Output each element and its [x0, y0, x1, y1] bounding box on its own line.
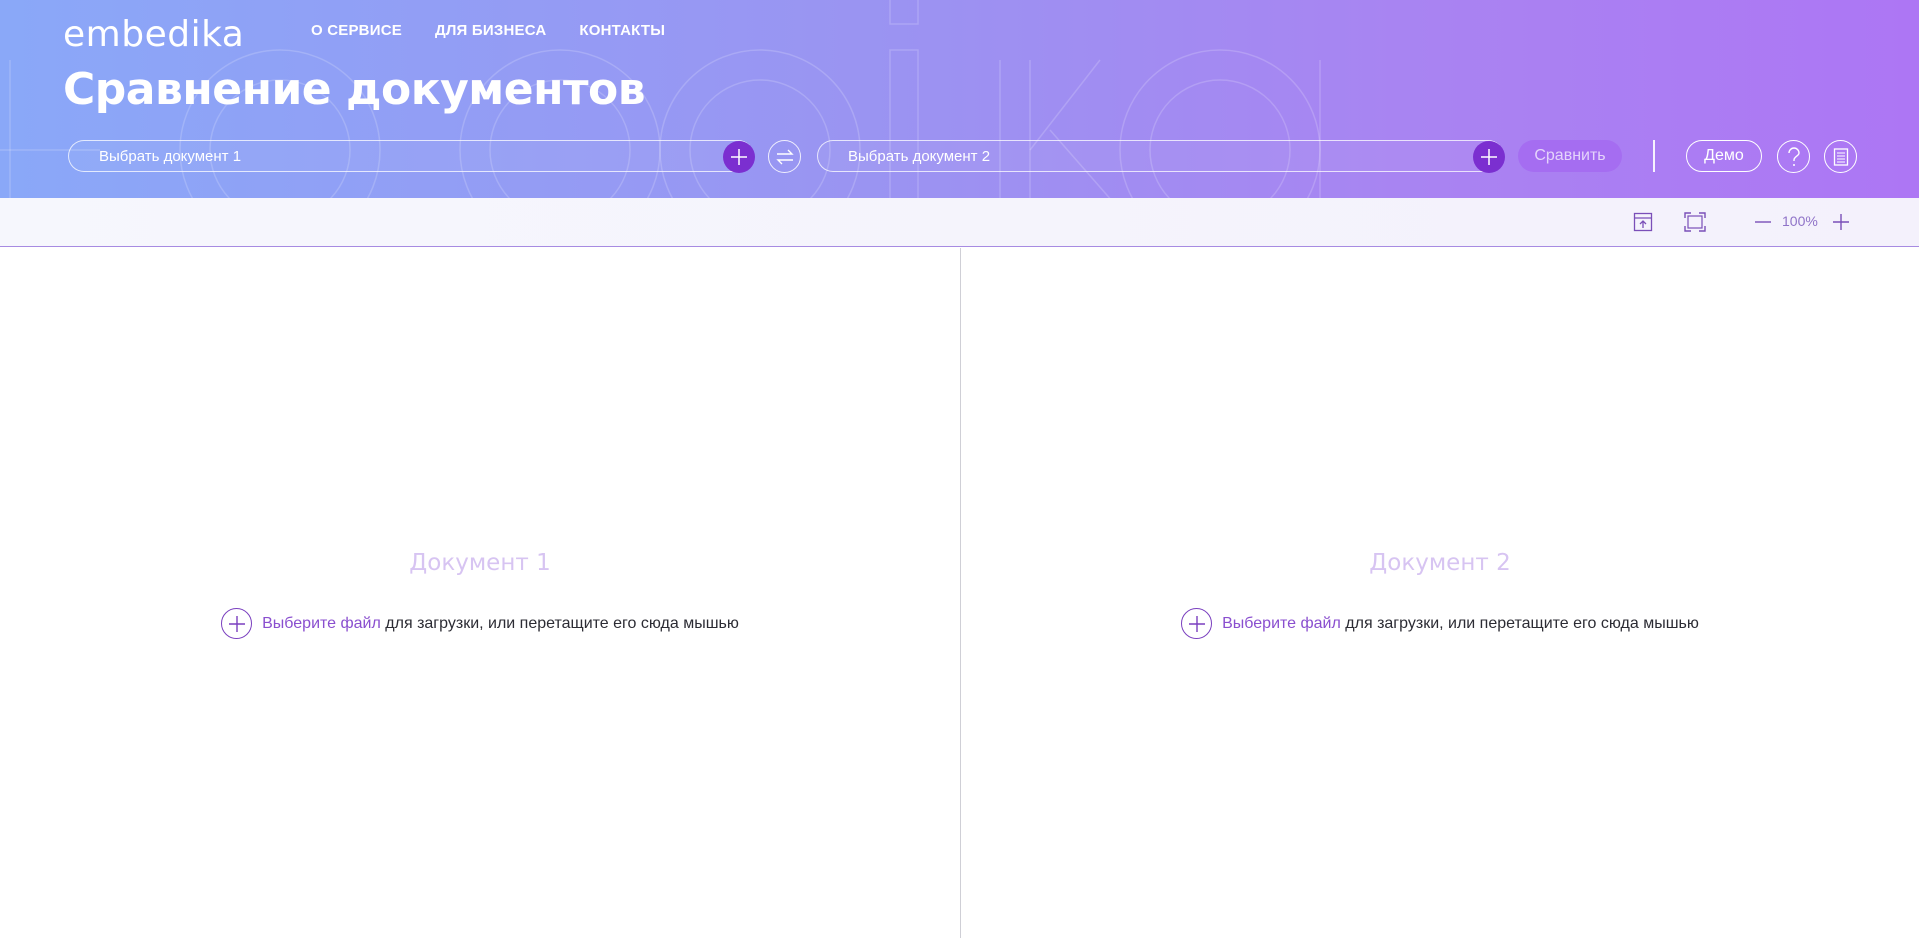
- zoom-level: 100%: [1782, 213, 1818, 229]
- document-1-title: Документ 1: [409, 550, 551, 576]
- document-icon: [1833, 147, 1848, 166]
- page-title: Сравнение документов: [63, 64, 646, 115]
- viewer-toolbar: 100%: [0, 198, 1919, 247]
- compare-button[interactable]: Сравнить: [1518, 140, 1622, 172]
- swap-icon: [775, 149, 794, 164]
- doc2-selector[interactable]: Выбрать документ 2: [817, 140, 1505, 173]
- demo-button[interactable]: Демо: [1686, 140, 1762, 172]
- fullscreen-button[interactable]: [1682, 209, 1708, 235]
- upload-plus-button[interactable]: [1181, 608, 1213, 639]
- doc1-placeholder: Выбрать документ 1: [99, 148, 242, 165]
- fullscreen-icon: [1684, 212, 1706, 232]
- doc1-selector[interactable]: Выбрать документ 1: [68, 140, 755, 173]
- help-icon: [1787, 146, 1800, 166]
- zoom-out-icon: [1755, 221, 1771, 223]
- header-separator: [1653, 140, 1655, 172]
- zoom-in-button[interactable]: [1828, 209, 1854, 235]
- doc2-placeholder: Выбрать документ 2: [848, 148, 991, 165]
- report-button[interactable]: [1824, 140, 1857, 173]
- upload-plus-button[interactable]: [221, 608, 253, 639]
- export-icon: [1633, 212, 1653, 232]
- document-panel-1[interactable]: Документ 1 Выберите файл для загрузки, и…: [0, 248, 960, 938]
- swap-documents-button[interactable]: [768, 140, 801, 173]
- doc2-add-button[interactable]: [1473, 141, 1505, 173]
- nav-business[interactable]: ДЛЯ БИЗНЕСА: [435, 22, 546, 39]
- main-nav: О СЕРВИСЕ ДЛЯ БИЗНЕСА КОНТАКТЫ: [311, 22, 665, 39]
- upload-hint: для загрузки, или перетащите его сюда мы…: [1345, 614, 1699, 632]
- plus-icon: [1188, 615, 1205, 632]
- header: embedika О СЕРВИСЕ ДЛЯ БИЗНЕСА КОНТАКТЫ …: [0, 0, 1919, 198]
- nav-contacts[interactable]: КОНТАКТЫ: [579, 22, 665, 39]
- embedika-logo[interactable]: embedika: [63, 14, 244, 55]
- document-2-title: Документ 2: [1369, 550, 1511, 576]
- upload-zone-2[interactable]: Выберите файл для загрузки, или перетащи…: [961, 608, 1919, 639]
- doc1-add-button[interactable]: [723, 141, 755, 173]
- export-button[interactable]: [1630, 209, 1656, 235]
- document-panel-2[interactable]: Документ 2 Выберите файл для загрузки, и…: [961, 248, 1919, 938]
- upload-zone-1[interactable]: Выберите файл для загрузки, или перетащи…: [0, 608, 960, 639]
- help-button[interactable]: [1777, 140, 1810, 173]
- choose-file-link[interactable]: Выберите файл: [1222, 615, 1341, 632]
- zoom-in-icon: [1833, 214, 1849, 230]
- nav-about[interactable]: О СЕРВИСЕ: [311, 22, 402, 39]
- plus-icon: [731, 149, 747, 165]
- upload-hint: для загрузки, или перетащите его сюда мы…: [385, 614, 739, 632]
- choose-file-link[interactable]: Выберите файл: [262, 615, 381, 632]
- zoom-out-button[interactable]: [1750, 209, 1776, 235]
- plus-icon: [228, 615, 245, 632]
- plus-icon: [1481, 149, 1497, 165]
